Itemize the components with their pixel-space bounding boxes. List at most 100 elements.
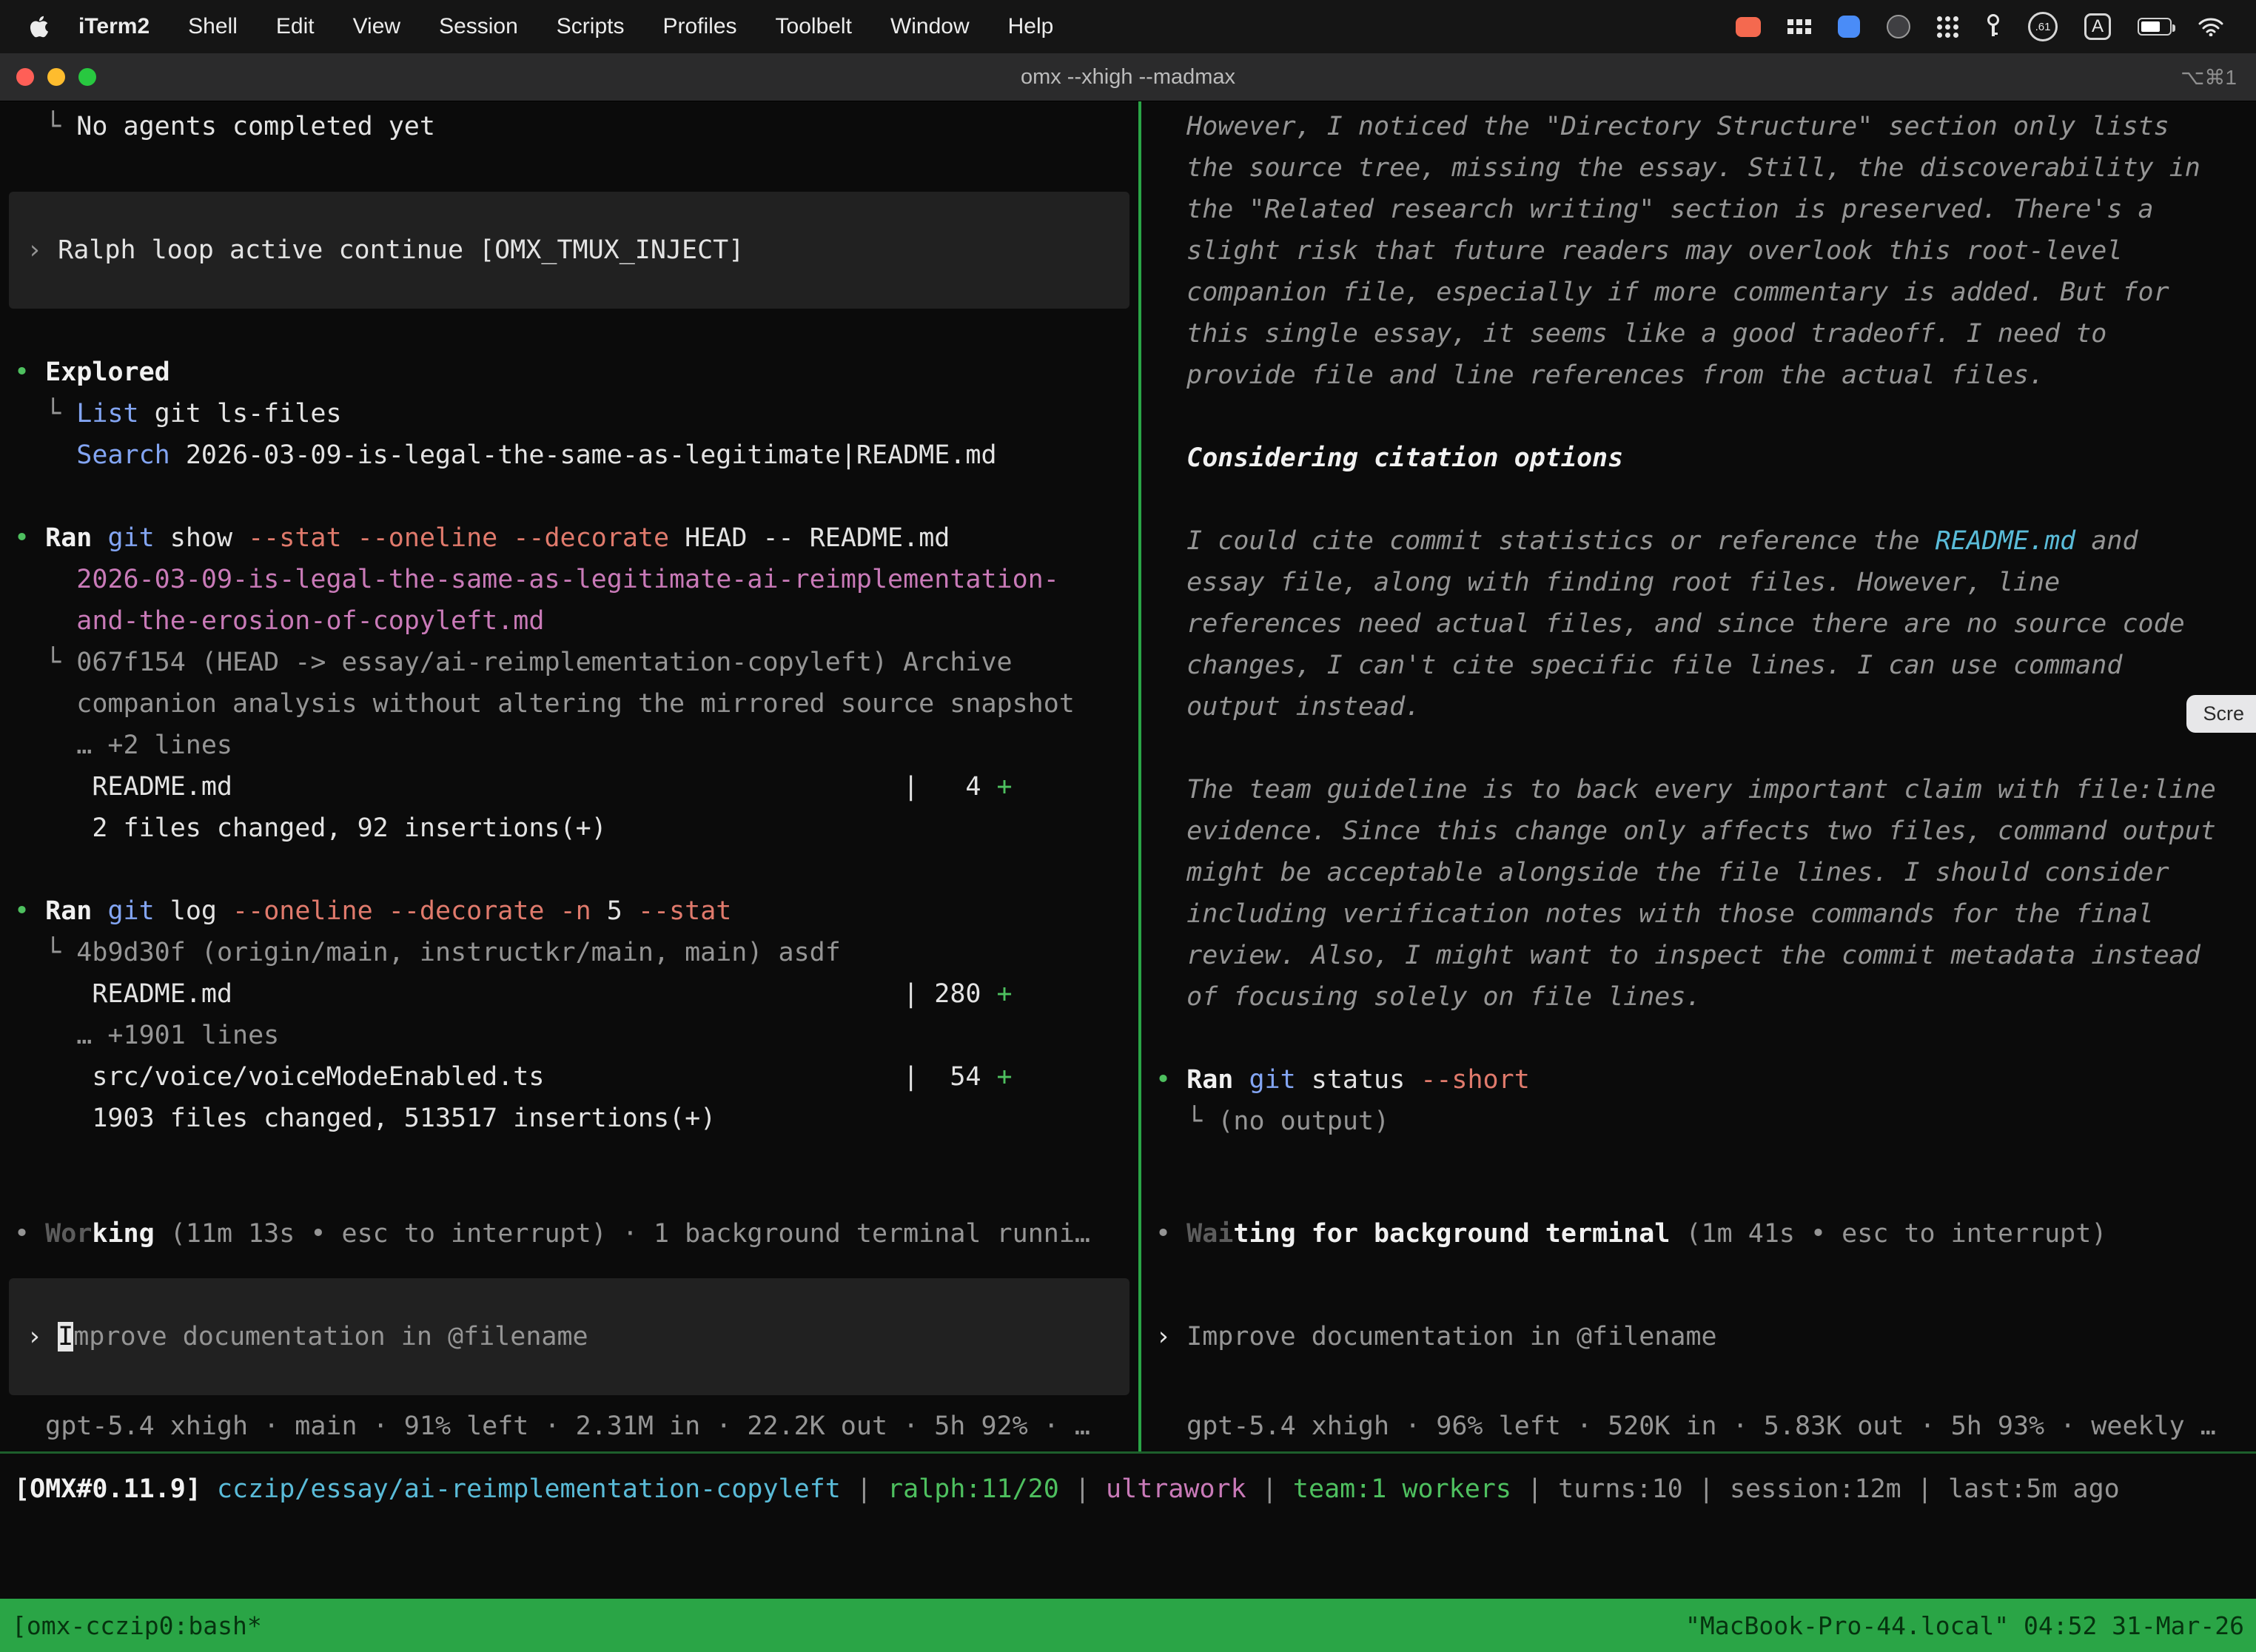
menu-item-help[interactable]: Help (989, 14, 1073, 39)
terminal-line: gpt-5.4 xhigh · 96% left · 520K in · 5.8… (1141, 1406, 2256, 1447)
text-run: + (997, 772, 1013, 802)
terminal-line: src/voice/voiceModeEnabled.ts | 54 + (0, 1056, 1138, 1098)
terminal-line: companion file, especially if more comme… (1141, 272, 2256, 313)
terminal-line (0, 476, 1138, 517)
text-run: Ralph loop active continue [OMX_TMUX_INJ… (58, 235, 744, 265)
text-run: Ran (1186, 1065, 1249, 1095)
text-run: | (841, 1474, 887, 1504)
prompt-input[interactable]: › Improve documentation in @filename (9, 1278, 1129, 1395)
keyboard-layout-icon[interactable] (1787, 19, 1811, 34)
text-run: No agents completed yet (76, 112, 435, 141)
text-run: ting for background terminal (1233, 1219, 1670, 1249)
minimize-button[interactable] (47, 68, 65, 86)
battery-icon[interactable] (2138, 18, 2172, 36)
close-button[interactable] (16, 68, 34, 86)
terminal-line: └ 4b9d30f (origin/main, instructkr/main,… (0, 932, 1138, 973)
right-terminal-pane[interactable]: However, I noticed the "Directory Struct… (1141, 101, 2256, 1451)
text-run: the "Related research writing" section i… (1155, 195, 2154, 224)
zoom-button[interactable] (78, 68, 96, 86)
menu-item-edit[interactable]: Edit (257, 14, 334, 39)
text-run: I could cite commit statistics or refere… (1155, 526, 1936, 556)
window-title-bar[interactable]: omx --xhigh --madmax ⌥⌘1 (0, 53, 2256, 101)
text-run: might be acceptable alongside the file l… (1155, 858, 2169, 887)
agent-status-line: └ No agents completed yet (0, 106, 1138, 147)
model-status-line: gpt-5.4 xhigh · main · 91% left · 2.31M … (0, 1406, 1138, 1447)
menu-item-window[interactable]: Window (871, 14, 989, 39)
terminal-line: companion analysis without altering the … (0, 683, 1138, 725)
terminal-line: evidence. Since this change only affects… (1141, 810, 2256, 852)
raycast-icon[interactable] (1838, 16, 1860, 38)
screen-recording-indicator[interactable] (1736, 17, 1761, 37)
text-run: --oneline --decorate (232, 896, 560, 926)
prompt-input-right[interactable]: › Improve documentation in @filename (1141, 1278, 2256, 1395)
terminal-line: Considering citation options (1141, 437, 2256, 479)
password-key-icon[interactable] (1985, 14, 2001, 39)
terminal-line: output instead. (1141, 686, 2256, 728)
text-run (14, 565, 76, 594)
terminal-line: the "Related research writing" section i… (1141, 189, 2256, 230)
text-run: this single essay, it seems like a good … (1155, 319, 2106, 349)
terminal-line: README.md | 280 + (0, 973, 1138, 1015)
screen-sharing-overlay[interactable]: Scre (2186, 695, 2256, 733)
text-run: log (170, 896, 232, 926)
text-run: output instead. (1155, 692, 1420, 722)
menu-item-profiles[interactable]: Profiles (643, 14, 756, 39)
terminal-line: README.md | 4 + (0, 766, 1138, 807)
terminal-line: slight risk that future readers may over… (1141, 230, 2256, 272)
ralph-loop-banner: › Ralph loop active continue [OMX_TMUX_I… (9, 192, 1129, 309)
text-run: Improve documentation in @filename (1186, 1322, 1716, 1352)
text-run: • (14, 523, 45, 553)
waiting-status: • Waiting for background terminal (1m 41… (1141, 1213, 2256, 1255)
menu-item-view[interactable]: View (334, 14, 420, 39)
left-terminal-pane[interactable]: └ No agents completed yet › Ralph loop a… (0, 101, 1138, 1451)
menu-item-iterm2[interactable]: iTerm2 (59, 14, 169, 39)
text-run: Ran (45, 523, 107, 553)
text-run: | (1901, 1474, 1948, 1504)
text-run: provide file and line references from th… (1155, 360, 2044, 390)
menu-item-session[interactable]: Session (420, 14, 537, 39)
terminal-line (1141, 479, 2256, 520)
battery-gauge-icon[interactable]: .61 (2028, 12, 2058, 41)
text-run: of focusing solely on file lines. (1155, 982, 1702, 1012)
text-run: gpt-5.4 xhigh · 96% left · 520K in · 5.8… (1155, 1411, 2216, 1441)
text-run: + (997, 979, 1013, 1009)
terminal-line: • Ran git show --stat --oneline --decora… (0, 517, 1138, 559)
wifi-icon[interactable] (2198, 17, 2223, 36)
text-run: and-the-erosion-of-copyleft.md (76, 606, 544, 636)
menu-item-toolbelt[interactable]: Toolbelt (756, 14, 871, 39)
input-source-icon[interactable]: A (2084, 13, 2111, 40)
text-run: └ (1155, 1107, 1218, 1136)
menu-item-scripts[interactable]: Scripts (537, 14, 644, 39)
terminal-line: including verification notes with those … (1141, 893, 2256, 935)
text-run: [OMX#0.11.9] (14, 1474, 217, 1504)
text-run: (1m 41s • esc to interrupt) (1670, 1219, 2106, 1249)
text-run: ralph:11/20 (887, 1474, 1059, 1504)
app-grid-icon[interactable] (1937, 16, 1958, 38)
thinking-output: However, I noticed the "Directory Struct… (1141, 106, 2256, 1142)
text-run: -n (560, 896, 607, 926)
text-run: ultrawork (1106, 1474, 1246, 1504)
menu-status-icons: .61 A (1736, 12, 2235, 41)
terminal-line: Search 2026-03-09-is-legal-the-same-as-l… (0, 434, 1138, 476)
text-run: • (1155, 1219, 1186, 1249)
text-run: --short (1420, 1065, 1530, 1095)
text-run: └ (14, 112, 76, 141)
dark-app-icon[interactable] (1887, 15, 1910, 38)
terminal-line: › Ralph loop active continue [OMX_TMUX_I… (9, 229, 1129, 271)
apple-menu[interactable] (28, 14, 50, 39)
text-run: --stat (638, 896, 731, 926)
terminal-line: essay file, along with finding root file… (1141, 562, 2256, 603)
menu-item-shell[interactable]: Shell (169, 14, 257, 39)
text-run: └ (14, 648, 76, 677)
right-pane-footer: • Waiting for background terminal (1m 41… (1141, 1213, 2256, 1451)
terminal-line: • Ran git log --oneline --decorate -n 5 … (0, 890, 1138, 932)
text-run: (11m 13s • esc to interrupt) · 1 backgro… (155, 1219, 1090, 1249)
terminal-line: • Ran git status --short (1141, 1059, 2256, 1101)
apple-icon (28, 14, 50, 39)
terminal-line: The team guideline is to back every impo… (1141, 769, 2256, 810)
terminal-line: of focusing solely on file lines. (1141, 976, 2256, 1018)
text-run: slight risk that future readers may over… (1155, 236, 2122, 266)
text-run: Explored (45, 357, 170, 387)
terminal-line: └ List git ls-files (0, 393, 1138, 434)
terminal-line: gpt-5.4 xhigh · main · 91% left · 2.31M … (0, 1406, 1138, 1447)
